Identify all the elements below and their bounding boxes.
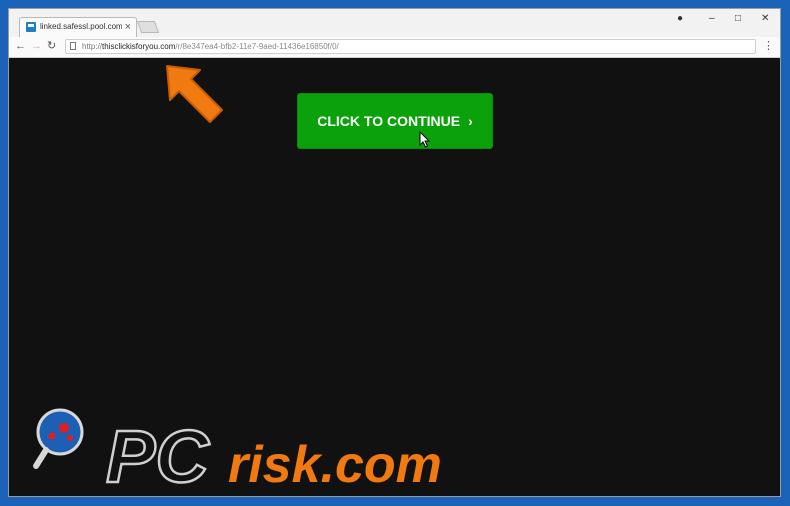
mouse-pointer-icon — [419, 131, 431, 148]
url-host: thisclickisforyou.com — [102, 42, 176, 51]
magnifier-logo-icon — [33, 408, 84, 469]
browser-tab[interactable]: linked.safessl.pool.com/... × — [19, 17, 137, 37]
page-icon — [70, 42, 76, 50]
browser-toolbar: ← → ↻ http://thisclickisforyou.com/r/8e3… — [9, 37, 780, 58]
back-button[interactable]: ← — [15, 39, 26, 53]
chevron-right-icon: › — [468, 113, 473, 129]
cta-label: CLICK TO CONTINUE — [317, 113, 461, 129]
minimize-button[interactable]: – — [709, 12, 715, 26]
close-window-button[interactable]: ✕ — [761, 12, 769, 26]
profile-icon[interactable]: ● — [677, 12, 683, 26]
click-to-continue-button[interactable]: CLICK TO CONTINUE › — [297, 93, 493, 149]
url-scheme: http:// — [82, 42, 103, 51]
maximize-button[interactable]: □ — [735, 12, 741, 26]
watermark-pc-text: PC — [106, 415, 210, 496]
pcrisk-watermark: PC risk.com — [33, 408, 442, 496]
address-bar[interactable]: http://thisclickisforyou.com/r/8e347ea4-… — [65, 39, 756, 54]
watermark-risk-text: risk.com — [228, 436, 442, 494]
browser-menu-button[interactable]: ⋮ — [763, 39, 774, 53]
new-tab-button[interactable] — [136, 21, 160, 33]
tab-close-icon[interactable]: × — [125, 20, 131, 34]
url-path: /r/8e347ea4-bfb2-11e7-9aed-11436e16850f/… — [175, 42, 339, 51]
url-text: http://thisclickisforyou.com/r/8e347ea4-… — [82, 41, 339, 53]
reload-button[interactable]: ↻ — [47, 39, 56, 53]
tab-title: linked.safessl.pool.com/... — [40, 22, 122, 31]
forward-button[interactable]: → — [31, 39, 42, 53]
orange-pointer-arrow-icon — [166, 65, 223, 123]
site-favicon-icon — [26, 22, 36, 32]
tab-strip: linked.safessl.pool.com/... × ● – □ ✕ — [9, 9, 780, 37]
